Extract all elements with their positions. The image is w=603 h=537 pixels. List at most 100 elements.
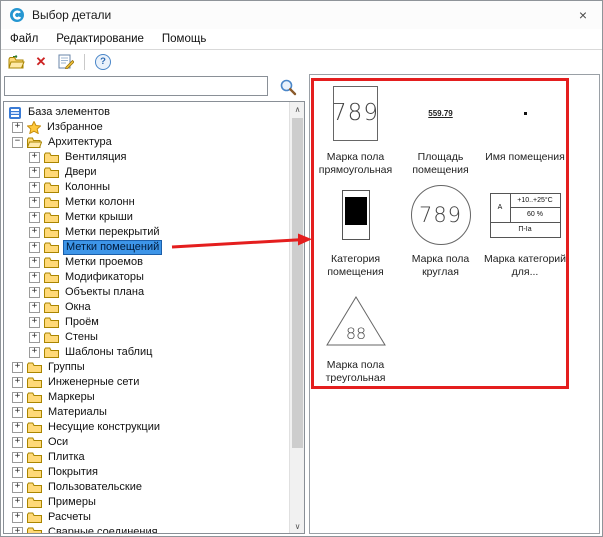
library-item[interactable]: 789Марка пола прямоугольная xyxy=(313,81,398,183)
tree-item[interactable]: +Метки проемов xyxy=(4,255,288,270)
tree-item-label: Шаблоны таблиц xyxy=(63,346,154,359)
tree-item[interactable]: +Маркеры xyxy=(4,390,288,405)
expander-icon[interactable]: − xyxy=(12,137,23,148)
expander-icon[interactable]: + xyxy=(12,512,23,523)
expander-icon[interactable]: + xyxy=(12,482,23,493)
folder-icon xyxy=(27,437,42,448)
tree-item[interactable]: +Модификаторы xyxy=(4,270,288,285)
tree-item[interactable]: + Примеры xyxy=(4,495,288,510)
scrollbar-thumb[interactable] xyxy=(292,118,303,448)
expander-icon[interactable]: + xyxy=(12,407,23,418)
folder-icon xyxy=(44,182,59,193)
tree-item[interactable]: +Расчеты xyxy=(4,510,288,525)
scroll-down-icon[interactable]: ∨ xyxy=(290,519,305,533)
tree-item[interactable]: −Архитектура xyxy=(4,135,288,150)
tree-item[interactable]: +Проём xyxy=(4,315,288,330)
expander-icon[interactable]: + xyxy=(29,212,40,223)
tree-item[interactable]: + Метки помещений xyxy=(4,240,288,255)
expander-icon[interactable]: + xyxy=(12,467,23,478)
tree-item-label: Метки помещений xyxy=(63,240,162,255)
tree-item-label: Примеры xyxy=(46,496,98,509)
open-button[interactable] xyxy=(7,53,25,71)
triangle-mark-icon: 88 xyxy=(325,295,387,347)
folder-icon xyxy=(44,227,59,238)
expander-icon[interactable]: + xyxy=(29,317,40,328)
delete-button[interactable]: ✕ xyxy=(32,53,50,71)
rect-mark-icon: 789 xyxy=(333,86,378,141)
expander-icon[interactable]: + xyxy=(12,362,23,373)
menu-file[interactable]: Файл xyxy=(8,33,40,45)
tree-item[interactable]: +Метки колонн xyxy=(4,195,288,210)
edit-icon xyxy=(58,54,74,69)
expander-icon[interactable]: + xyxy=(29,332,40,343)
expander-icon[interactable]: + xyxy=(12,437,23,448)
expander-icon[interactable]: + xyxy=(12,452,23,463)
library-item[interactable]: Имя помещения xyxy=(483,81,567,183)
expander-icon[interactable]: + xyxy=(29,167,40,178)
tree-item[interactable]: + Пользовательские xyxy=(4,480,288,495)
tree-item[interactable]: База элементов xyxy=(4,105,288,120)
tree-item[interactable]: +Вентиляция xyxy=(4,150,288,165)
tree-item[interactable]: +Колонны xyxy=(4,180,288,195)
select-detail-dialog: Выбор детали × Файл Редактирование Помощ… xyxy=(0,0,603,537)
tree-item[interactable]: + Шаблоны таблиц xyxy=(4,345,288,360)
tree-item[interactable]: + Материалы xyxy=(4,405,288,420)
tree-item[interactable]: +Группы xyxy=(4,360,288,375)
expander-icon[interactable]: + xyxy=(29,227,40,238)
tree-item[interactable]: +Покрытия xyxy=(4,465,288,480)
expander-icon[interactable]: + xyxy=(12,497,23,508)
expander-icon[interactable]: + xyxy=(29,272,40,283)
tree-item[interactable]: +Окна xyxy=(4,300,288,315)
tree-item[interactable]: + Двери xyxy=(4,165,288,180)
expander-icon[interactable]: + xyxy=(29,302,40,313)
scroll-up-icon[interactable]: ∧ xyxy=(290,102,305,116)
tree-item[interactable]: +Оси xyxy=(4,435,288,450)
expander-icon[interactable]: + xyxy=(29,347,40,358)
expander-icon[interactable]: + xyxy=(12,527,23,534)
edit-button[interactable] xyxy=(57,53,75,71)
tree-item[interactable]: +Избранное xyxy=(4,120,288,135)
tree-scrollbar[interactable]: ∧ ∨ xyxy=(289,102,304,533)
expander-icon[interactable]: + xyxy=(12,122,23,133)
close-button[interactable]: × xyxy=(574,6,592,24)
expander-icon[interactable]: + xyxy=(12,422,23,433)
expander-icon[interactable]: + xyxy=(29,197,40,208)
help-button[interactable]: ? xyxy=(94,53,112,71)
folder-icon xyxy=(44,212,59,223)
folder-icon xyxy=(44,272,59,283)
library-item[interactable]: 88Марка пола треугольная xyxy=(313,289,398,386)
expander-icon[interactable]: + xyxy=(29,152,40,163)
folder-icon xyxy=(27,362,42,373)
expander-icon[interactable]: + xyxy=(12,377,23,388)
tree-item-label: Пользовательские xyxy=(46,481,144,494)
menu-edit[interactable]: Редактирование xyxy=(54,33,146,45)
library-item[interactable]: Категория помещения xyxy=(313,183,398,289)
tree-item[interactable]: +Объекты плана xyxy=(4,285,288,300)
folder-icon xyxy=(44,302,59,313)
tree-item[interactable]: +Метки перекрытий xyxy=(4,225,288,240)
menu-help[interactable]: Помощь xyxy=(160,33,208,45)
folder-icon xyxy=(44,347,59,358)
tree-item[interactable]: +Плитка xyxy=(4,450,288,465)
search-icon xyxy=(279,78,297,96)
tree-item[interactable]: +Сварные соединения xyxy=(4,525,288,534)
expander-icon[interactable]: + xyxy=(12,392,23,403)
library-item[interactable]: 789Марка пола круглая xyxy=(398,183,483,289)
expander-icon[interactable]: + xyxy=(29,257,40,268)
tree-item-label: Материалы xyxy=(46,406,109,419)
tree-item-label: Двери xyxy=(63,166,99,179)
tree-item[interactable]: +Стены xyxy=(4,330,288,345)
folder-icon xyxy=(44,317,59,328)
tree-item[interactable]: +Несущие конструкции xyxy=(4,420,288,435)
search-button[interactable] xyxy=(277,76,299,98)
tree-item-label: База элементов xyxy=(26,106,112,119)
search-input[interactable] xyxy=(4,76,268,96)
expander-icon[interactable]: + xyxy=(29,287,40,298)
tree-item[interactable]: + Инженерные сети xyxy=(4,375,288,390)
tree-item-label: Инженерные сети xyxy=(46,376,141,389)
library-item[interactable]: А+10..+25°C60 %П-IаМарка категорий для..… xyxy=(483,183,567,289)
expander-icon[interactable]: + xyxy=(29,242,40,253)
expander-icon[interactable]: + xyxy=(29,182,40,193)
library-item[interactable]: 559.79Площадь помещения xyxy=(398,81,483,183)
tree-item[interactable]: +Метки крыши xyxy=(4,210,288,225)
